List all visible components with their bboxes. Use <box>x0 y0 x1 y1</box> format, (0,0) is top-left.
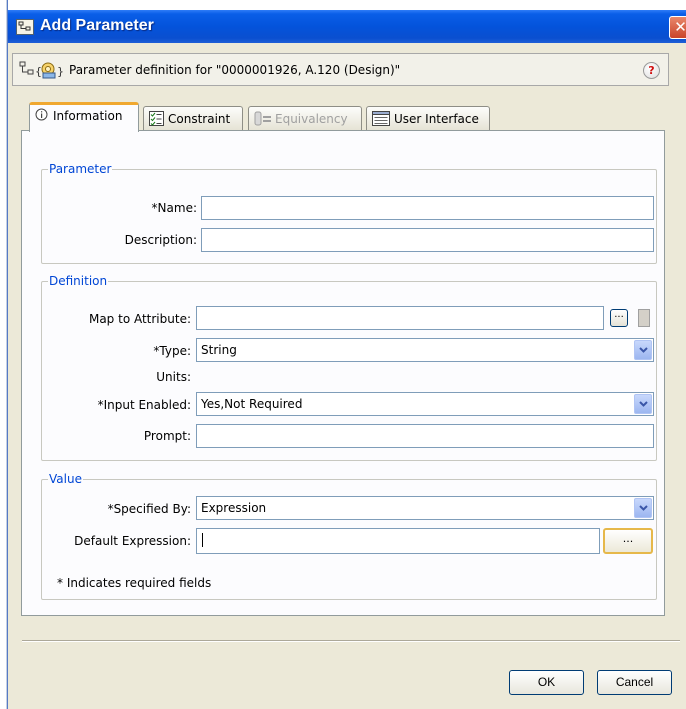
footer-separator <box>22 640 680 642</box>
description-field[interactable] <box>201 228 654 252</box>
app-icon <box>16 19 34 35</box>
context-header-text: Parameter definition for "0000001926, A.… <box>69 63 401 77</box>
parameter-tree-icon: { } <box>19 60 65 83</box>
cancel-button[interactable]: Cancel <box>597 670 672 695</box>
tab-equivalency-label: Equivalency <box>275 112 348 126</box>
chevron-down-icon[interactable] <box>634 394 652 414</box>
map-to-attribute-label: Map to Attribute: <box>88 312 191 326</box>
default-expression-label: Default Expression: <box>74 534 191 548</box>
checklist-icon <box>149 111 164 129</box>
parameter-group-title: Parameter <box>48 162 113 176</box>
type-dropdown[interactable]: String <box>196 338 654 362</box>
svg-text:}: } <box>57 65 64 78</box>
chevron-down-icon[interactable] <box>634 340 652 360</box>
map-attribute-clear-button[interactable] <box>638 309 650 327</box>
tab-user-interface[interactable]: User Interface <box>366 106 490 130</box>
window-title: Add Parameter <box>40 17 154 34</box>
type-label: *Type: <box>153 344 191 358</box>
title-bar[interactable]: Add Parameter ✕ <box>8 10 686 43</box>
name-label: *Name: <box>151 201 197 215</box>
map-attribute-browse-button[interactable]: ... <box>610 309 628 327</box>
equivalency-icon <box>254 111 272 129</box>
close-button[interactable]: ✕ <box>669 16 686 39</box>
specified-by-label: *Specified By: <box>107 502 191 516</box>
ok-button[interactable]: OK <box>509 670 584 695</box>
value-group-title: Value <box>48 472 83 486</box>
name-field[interactable] <box>201 196 654 220</box>
tab-information[interactable]: Information <box>29 102 139 132</box>
svg-text:{: { <box>35 65 42 78</box>
units-label: Units: <box>156 370 191 384</box>
default-expression-browse-button[interactable]: ... <box>603 528 653 554</box>
definition-group-title: Definition <box>48 274 109 288</box>
type-dropdown-value: String <box>201 343 237 357</box>
tab-constraint[interactable]: Constraint <box>143 106 243 130</box>
specified-by-dropdown-value: Expression <box>201 501 267 515</box>
specified-by-dropdown[interactable]: Expression <box>196 496 654 520</box>
tab-user-interface-label: User Interface <box>394 112 479 126</box>
info-icon <box>35 108 48 124</box>
input-enabled-dropdown[interactable]: Yes,Not Required <box>196 392 654 416</box>
window-list-icon <box>372 111 390 129</box>
prompt-field[interactable] <box>196 424 654 448</box>
input-enabled-dropdown-value: Yes,Not Required <box>201 397 303 411</box>
chevron-down-icon[interactable] <box>634 498 652 518</box>
tab-information-label: Information <box>53 109 123 123</box>
prompt-label: Prompt: <box>143 429 191 443</box>
text-caret <box>202 533 203 547</box>
background-strip <box>0 0 686 10</box>
default-expression-field[interactable] <box>196 528 600 554</box>
description-label: Description: <box>124 233 197 247</box>
tab-equivalency[interactable]: Equivalency <box>248 106 362 130</box>
help-icon[interactable]: ? <box>643 62 660 79</box>
map-to-attribute-field[interactable] <box>196 306 604 330</box>
required-fields-note: * Indicates required fields <box>57 576 212 590</box>
window-left-border <box>0 0 8 709</box>
context-header: { } Parameter definition for "0000001926… <box>12 53 669 86</box>
input-enabled-label: *Input Enabled: <box>97 398 191 412</box>
tab-constraint-label: Constraint <box>168 112 231 126</box>
